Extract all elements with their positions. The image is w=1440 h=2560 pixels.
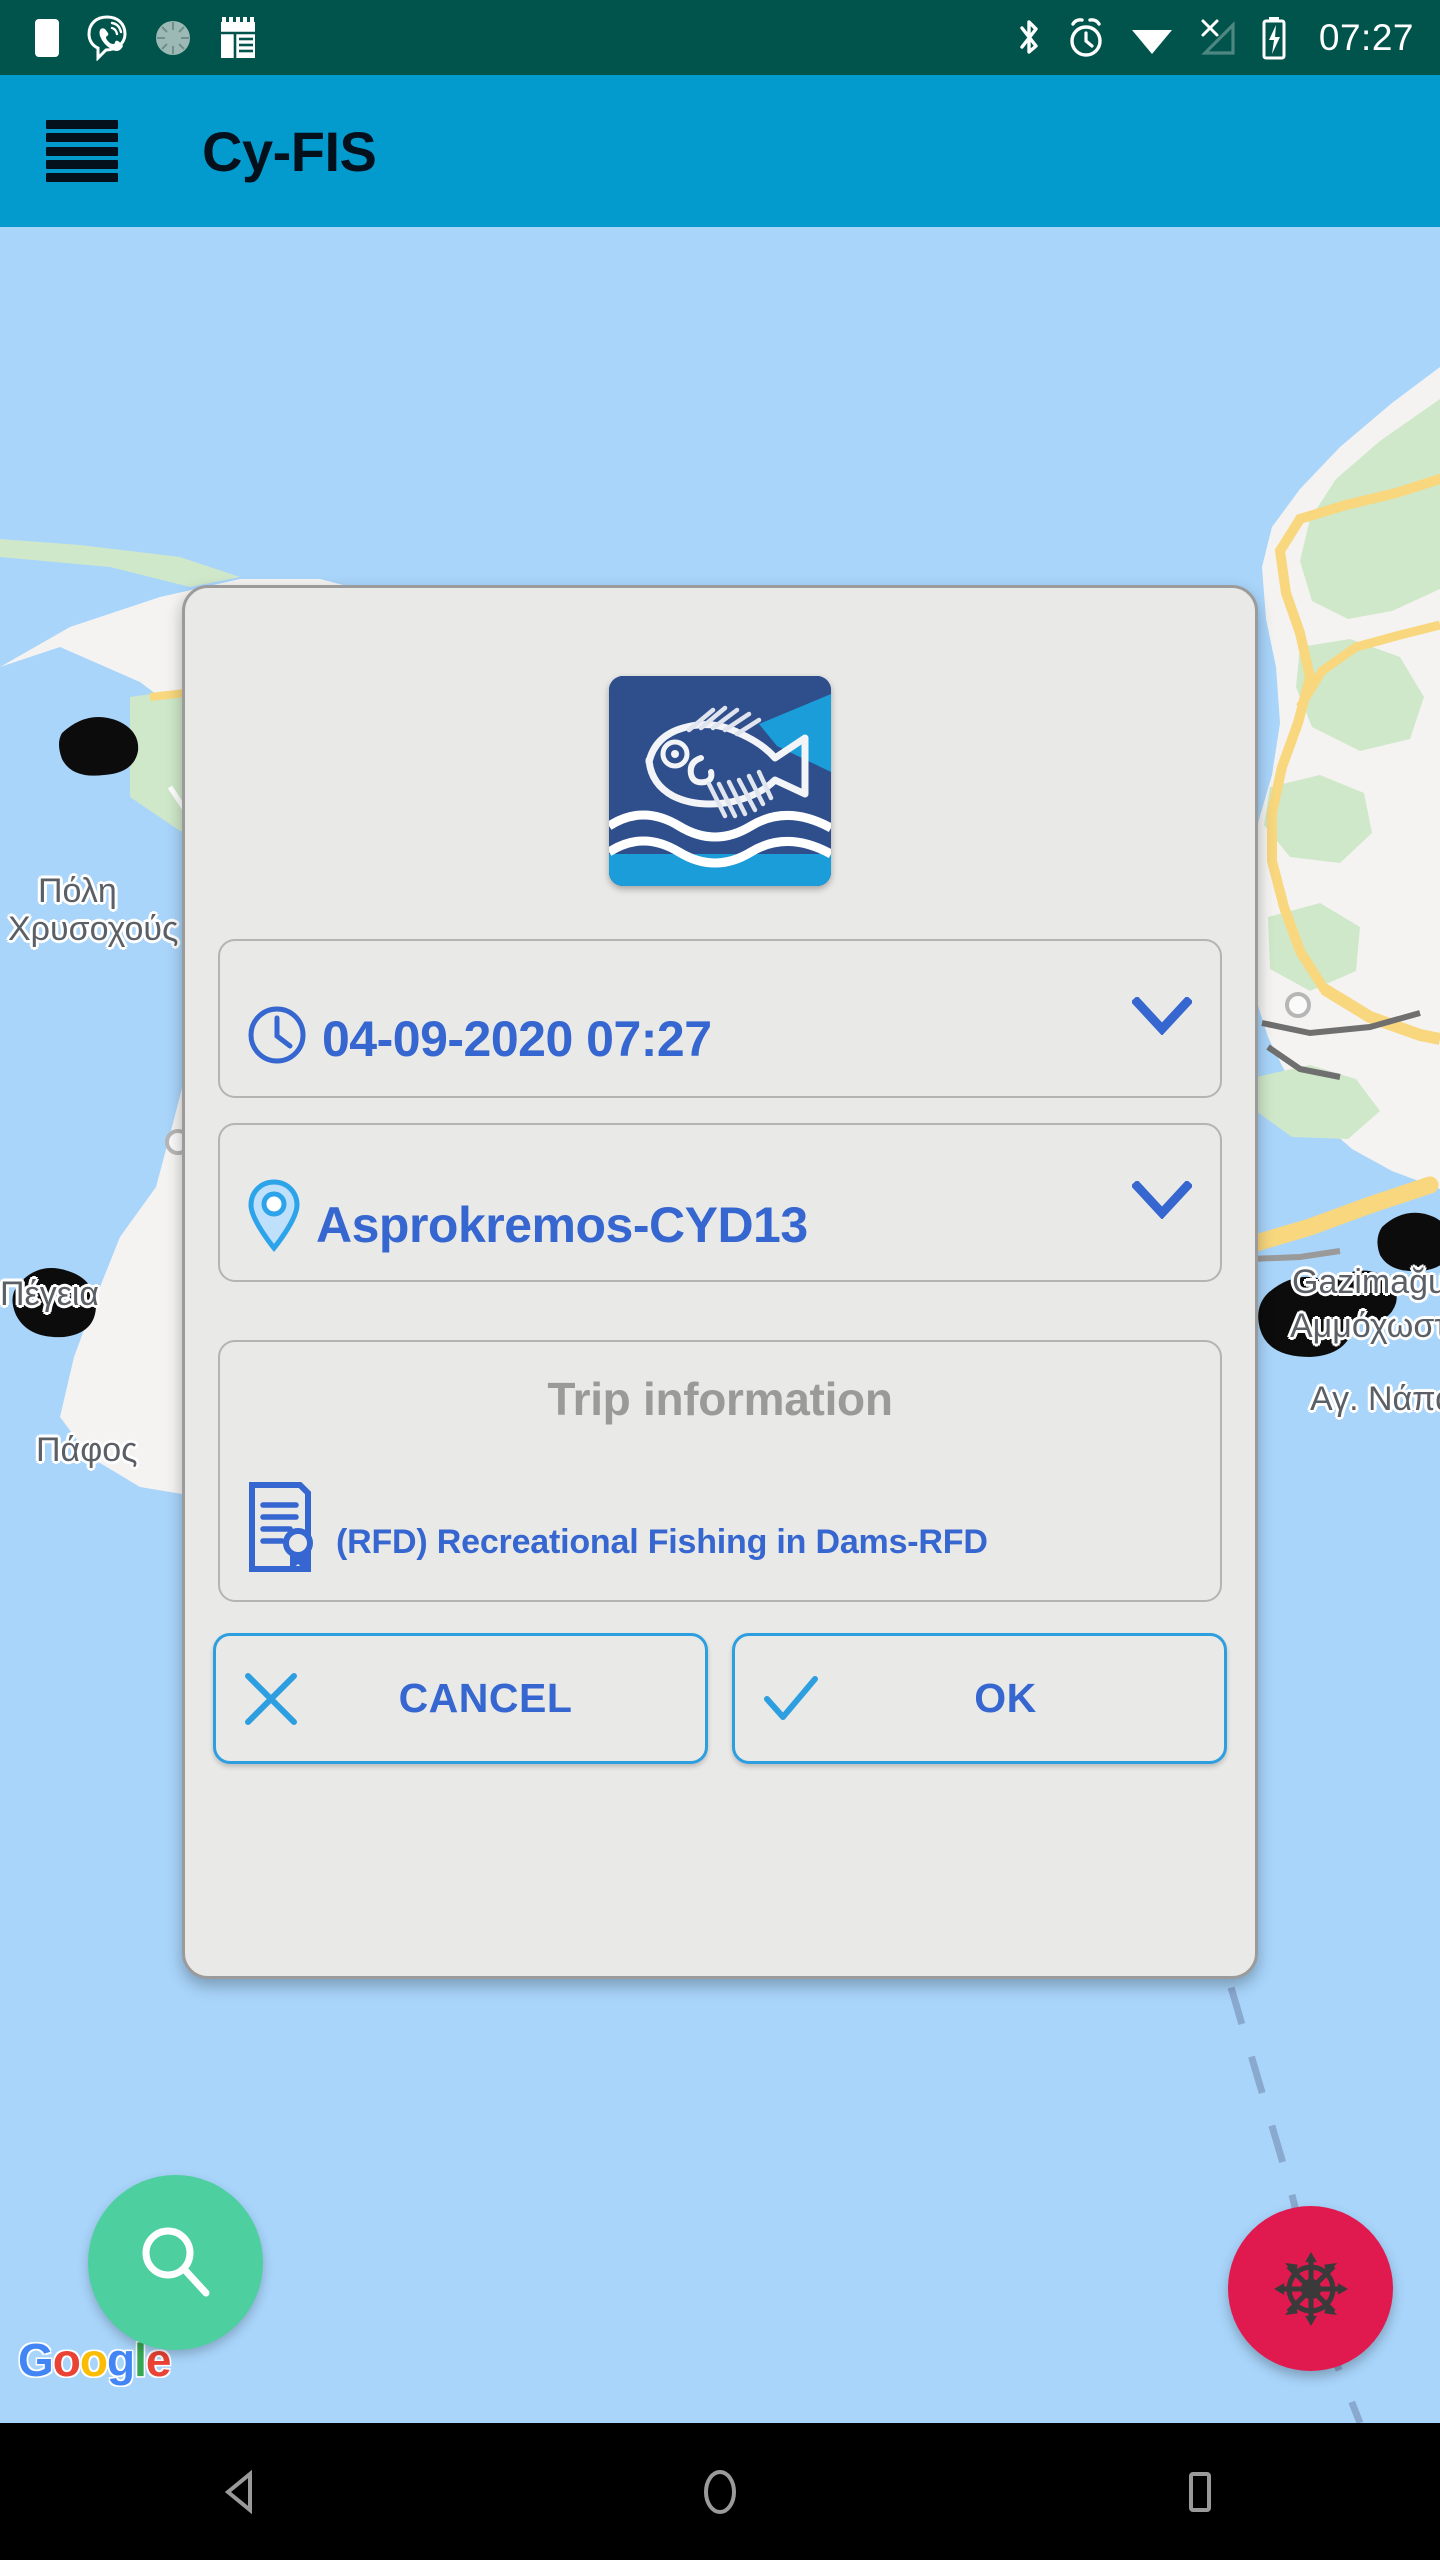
datetime-value: 04-09-2020 07:27 bbox=[322, 1011, 712, 1067]
license-row[interactable]: (RFD) Recreational Fishing in Dams-RFD bbox=[246, 1481, 1200, 1578]
dialog-actions: CANCEL OK bbox=[213, 1633, 1227, 1764]
trip-information-section: Trip information (RFD) Recreational Fish… bbox=[218, 1340, 1222, 1602]
hamburger-menu-icon[interactable] bbox=[46, 120, 118, 182]
cy-fis-logo bbox=[609, 676, 831, 886]
ship-wheel-icon bbox=[1273, 2251, 1348, 2326]
location-value: Asprokremos-CYD13 bbox=[316, 1197, 808, 1253]
datetime-field[interactable]: 04-09-2020 07:27 bbox=[218, 939, 1222, 1098]
map-pin-icon bbox=[246, 1178, 302, 1252]
status-bar-left-icons bbox=[34, 14, 258, 61]
viber-icon bbox=[87, 14, 127, 61]
status-bar-clock: 07:27 bbox=[1318, 16, 1414, 58]
license-label: (RFD) Recreational Fishing in Dams-RFD bbox=[336, 1523, 988, 1561]
nav-recents-button[interactable] bbox=[1100, 2423, 1300, 2560]
app-bar: Cy-FIS bbox=[0, 75, 1440, 227]
location-field[interactable]: Asprokremos-CYD13 bbox=[218, 1123, 1222, 1282]
cancel-button[interactable]: CANCEL bbox=[213, 1633, 708, 1764]
helm-fab[interactable] bbox=[1228, 2206, 1393, 2371]
battery-charging-icon bbox=[1262, 16, 1286, 59]
google-letter: g bbox=[107, 2334, 135, 2386]
sync-icon bbox=[156, 20, 190, 55]
trip-start-dialog: 04-09-2020 07:27 Asprokremos-CYD13 Trip … bbox=[182, 585, 1258, 1979]
wifi-icon bbox=[1131, 29, 1172, 54]
no-signal-icon bbox=[1201, 19, 1235, 55]
bluetooth-icon bbox=[1020, 19, 1038, 54]
google-letter: G bbox=[18, 2334, 54, 2386]
close-x-icon bbox=[242, 1670, 300, 1728]
cy-fis-logo-icon bbox=[609, 676, 831, 886]
ok-button[interactable]: OK bbox=[732, 1633, 1227, 1764]
chevron-down-icon[interactable] bbox=[1130, 995, 1194, 1040]
home-circle-icon bbox=[704, 2469, 736, 2514]
search-fab[interactable] bbox=[88, 2175, 263, 2350]
page-title: Cy-FIS bbox=[202, 119, 377, 183]
trip-information-title: Trip information bbox=[547, 1373, 893, 1425]
nav-back-button[interactable] bbox=[140, 2423, 340, 2560]
android-nav-bar bbox=[0, 2423, 1440, 2560]
nav-home-button[interactable] bbox=[620, 2423, 820, 2560]
check-icon bbox=[761, 1673, 821, 1725]
phone-screen: Πόλη Χρυσοχούς Πέγεια Πάφος Gazimağu Αμμ… bbox=[0, 0, 1440, 2560]
google-letter: o bbox=[79, 2334, 108, 2386]
recents-square-icon bbox=[1189, 2471, 1211, 2512]
status-bar-right-icons: 07:27 bbox=[1015, 16, 1414, 60]
chevron-down-icon[interactable] bbox=[1130, 1179, 1194, 1224]
search-icon bbox=[142, 2227, 209, 2296]
alarm-icon bbox=[1070, 17, 1102, 57]
back-triangle-icon bbox=[224, 2469, 252, 2514]
sim-card-icon bbox=[35, 18, 59, 57]
google-letter: o bbox=[52, 2334, 81, 2386]
clock-icon bbox=[246, 1004, 308, 1066]
license-document-icon bbox=[246, 1481, 320, 1578]
status-bar: 07:27 bbox=[0, 0, 1440, 75]
cancel-button-label: CANCEL bbox=[398, 1675, 573, 1721]
notes-icon bbox=[221, 16, 255, 58]
ok-button-label: OK bbox=[974, 1675, 1037, 1721]
dialog-logo-container bbox=[185, 676, 1255, 886]
